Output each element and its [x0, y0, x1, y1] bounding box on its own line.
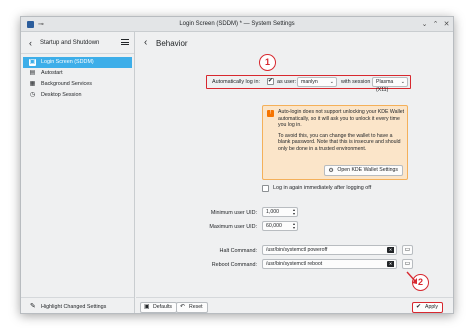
close-icon[interactable]: ✕ — [442, 20, 451, 29]
chevron-down-icon: ⌄ — [329, 79, 334, 85]
warning-text-paragraph-2: To avoid this, you can change the wallet… — [278, 132, 401, 152]
defaults-button[interactable]: ▣ Defaults — [140, 302, 178, 313]
kde-wallet-warning: ! Auto-login does not support unlocking … — [262, 105, 408, 180]
halt-command-label: Halt Command: — [219, 248, 257, 254]
sidebar-item-label: Login Screen (SDDM) — [41, 59, 94, 65]
sidebar-item-autostart[interactable]: ▤ Autostart — [23, 68, 132, 79]
sidebar-item-desktop-session[interactable]: ◷ Desktop Session — [23, 90, 132, 101]
main-header: ‹ Behavior — [136, 32, 453, 54]
halt-command-browse-button[interactable]: ▭ — [402, 245, 413, 255]
reset-icon: ↶ — [180, 304, 186, 310]
max-uid-value: 60,000 — [266, 223, 282, 229]
callout-1-badge: 1 — [259, 54, 276, 71]
sidebar-item-label: Desktop Session — [41, 92, 82, 98]
max-uid-label: Maximum user UID: — [209, 224, 257, 230]
highlight-icon: ✎ — [30, 303, 36, 310]
page-title: Behavior — [156, 39, 188, 48]
session-select-value: Plasma (X11) — [376, 79, 394, 93]
user-select-value: manlyn — [301, 79, 318, 85]
sidebar-item-login-screen[interactable]: ▣ Login Screen (SDDM) — [23, 57, 132, 68]
clear-icon[interactable]: ✕ — [387, 261, 394, 267]
desktop-session-icon: ◷ — [29, 92, 36, 98]
reset-button[interactable]: ↶ Reset — [176, 302, 208, 313]
halt-command-field[interactable]: /usr/bin/systemctl poweroff ✕ — [262, 245, 397, 255]
max-uid-spinbox[interactable]: 60,000 ▴ ▾ — [262, 221, 298, 231]
apply-label: Apply — [425, 304, 438, 310]
warning-text-paragraph-1: Auto-login does not support unlocking yo… — [278, 109, 405, 129]
minimize-icon[interactable]: ⌄ — [420, 20, 429, 29]
chevron-down-icon: ⌄ — [400, 79, 405, 85]
min-uid-spinbox[interactable]: 1,000 ▴ ▾ — [262, 207, 298, 217]
maximize-icon[interactable]: ⌃ — [431, 20, 440, 29]
reboot-command-label: Reboot Command: — [211, 262, 257, 268]
with-session-label: with session — [341, 79, 371, 85]
spin-arrows-icon[interactable]: ▴ ▾ — [293, 222, 295, 230]
sidebar-item-label: Autostart — [41, 70, 63, 76]
min-uid-value: 1,000 — [266, 209, 279, 215]
hamburger-menu-icon[interactable] — [121, 39, 129, 45]
sidebar-title: Startup and Shutdown — [40, 40, 100, 46]
footer-bar: ▣ Defaults ↶ Reset ✔ Apply — [136, 297, 453, 313]
relogin-label: Log in again immediately after logging o… — [273, 185, 372, 191]
spin-arrows-icon[interactable]: ▴ ▾ — [293, 208, 295, 216]
halt-command-value: /usr/bin/systemctl poweroff — [266, 247, 328, 253]
sidebar-item-label: Background Services — [41, 81, 92, 87]
defaults-label: Defaults — [153, 304, 173, 310]
sidebar: ‹ Startup and Shutdown ▣ Login Screen (S… — [21, 32, 135, 313]
reboot-command-browse-button[interactable]: ▭ — [402, 259, 413, 269]
clear-icon[interactable]: ✕ — [387, 247, 394, 253]
background-services-icon: ▦ — [29, 81, 36, 87]
defaults-icon: ▣ — [144, 304, 150, 310]
open-kde-wallet-settings-button[interactable]: ⚙ Open KDE Wallet Settings — [324, 165, 403, 176]
warning-icon: ! — [267, 110, 274, 117]
relogin-checkbox[interactable] — [262, 185, 269, 192]
login-screen-icon: ▣ — [29, 59, 36, 66]
min-uid-label: Minimum user UID: — [210, 210, 257, 216]
autologin-checkbox[interactable] — [267, 77, 274, 85]
sidebar-item-background-services[interactable]: ▦ Background Services — [23, 79, 132, 90]
autologin-label: Automatically log in: — [212, 79, 260, 85]
apply-button[interactable]: ✔ Apply — [412, 302, 443, 313]
reset-label: Reset — [189, 304, 203, 310]
sidebar-header: ‹ Startup and Shutdown — [21, 32, 134, 54]
highlight-changed-settings-label: Highlight Changed Settings — [41, 304, 107, 310]
reboot-command-field[interactable]: /usr/bin/systemctl reboot ✕ — [262, 259, 397, 269]
autologin-row-highlight: Automatically log in: as user: manlyn ⌄ … — [206, 75, 411, 93]
as-user-label: as user: — [277, 79, 297, 85]
apply-check-icon: ✔ — [416, 304, 422, 310]
back-arrow-icon[interactable]: ‹ — [29, 38, 32, 48]
user-select[interactable]: manlyn ⌄ — [297, 77, 337, 87]
open-kde-wallet-settings-label: Open KDE Wallet Settings — [337, 167, 398, 173]
folder-icon: ▭ — [404, 261, 411, 267]
folder-icon: ▭ — [404, 247, 411, 253]
autostart-icon: ▤ — [29, 70, 36, 76]
system-settings-window: ⊸ Login Screen (SDDM) * — System Setting… — [20, 16, 454, 314]
warning-text: Auto-login does not support unlocking yo… — [278, 109, 406, 153]
back-arrow-icon[interactable]: ‹ — [144, 37, 147, 48]
session-select[interactable]: Plasma (X11) ⌄ — [372, 77, 408, 93]
title-bar: ⊸ Login Screen (SDDM) * — System Setting… — [21, 17, 453, 32]
window-title: Login Screen (SDDM) * — System Settings — [179, 21, 295, 27]
highlight-changed-settings-button[interactable]: ✎ Highlight Changed Settings — [21, 297, 134, 313]
settings-icon: ⚙ — [328, 168, 334, 174]
annotation-arrow-icon — [406, 271, 417, 284]
reboot-command-value: /usr/bin/systemctl reboot — [266, 261, 323, 267]
